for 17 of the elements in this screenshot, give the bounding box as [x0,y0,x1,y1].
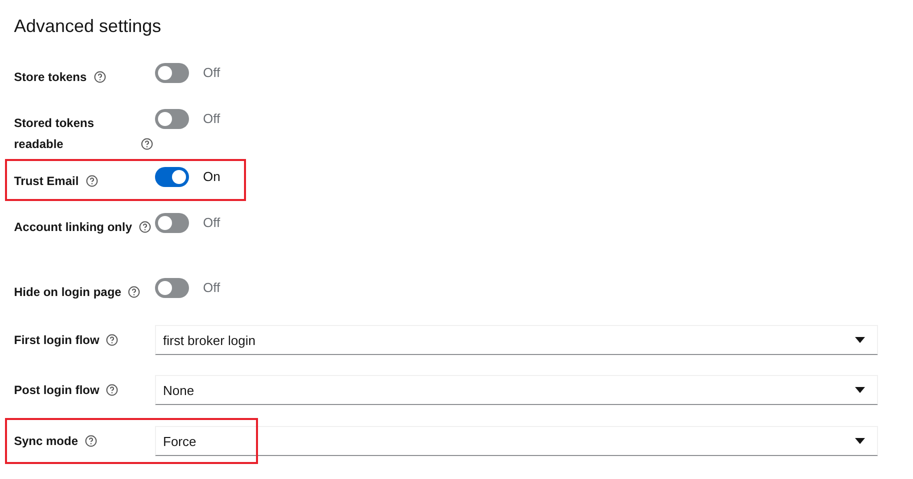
section-title: Advanced settings [14,16,162,37]
dropdown-select[interactable]: Force [155,426,878,456]
field-label: Hide on login page [14,284,122,301]
field-label: Store tokens [14,69,87,86]
field-label: Post login flow [14,382,100,399]
field-label: Stored tokens readable [14,115,96,153]
dropdown-select[interactable]: first broker login [155,325,878,355]
field-label: Trust Email [14,173,79,190]
toggle-state: Off [203,214,220,232]
field-label: Sync mode [14,433,78,450]
toggle-state: On [203,168,220,186]
toggle-state: Off [203,110,220,128]
dropdown-select[interactable]: None [155,375,878,405]
field-label: Account linking only [14,219,132,236]
field-label: First login flow [14,332,100,349]
toggle-state: Off [203,279,220,297]
toggle-state: Off [203,64,220,82]
